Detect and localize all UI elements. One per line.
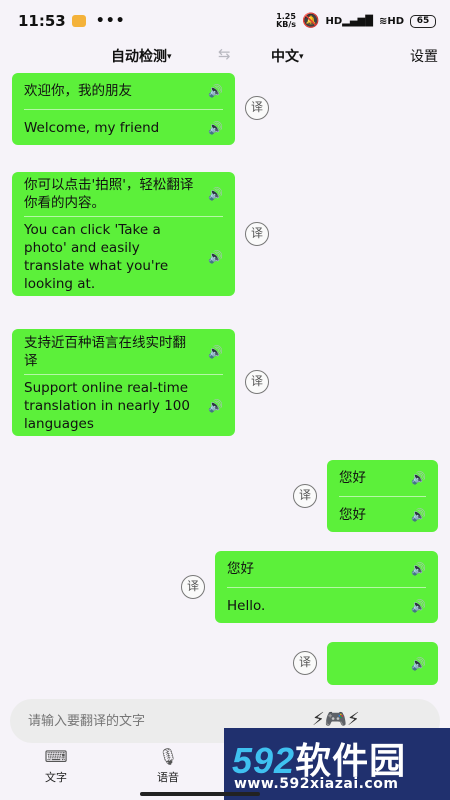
status-bar: 11:53 ••• 1.25 KB/s 🔕 HD▂▄▆█ ≋HD 65 [0,0,450,42]
speaker-icon[interactable]: 🔊 [205,248,223,266]
translate-badge-icon[interactable]: 译 [245,222,269,246]
translation-text-row: Welcome, my friend 🔊 [24,109,223,145]
translation-text-row: Support online real-time translation in … [24,374,223,436]
watermark-logo: 592软件园 www.592xiazai.com [224,728,450,800]
chat-list: 欢迎你，我的朋友 🔊 Welcome, my friend 🔊 译 你可以点击'… [0,70,450,695]
speaker-icon[interactable]: 🔊 [205,397,223,415]
speaker-icon[interactable]: 🔊 [205,119,223,137]
speaker-icon[interactable]: 🔊 [408,560,426,578]
swap-languages-icon[interactable]: ⇆ [218,45,231,63]
language-header: 自动检测▾ ⇆ 中文▾ 设置 [0,42,450,70]
translate-badge-icon[interactable]: 译 [293,651,317,675]
speaker-icon[interactable]: 🔊 [205,343,223,361]
tab-voice[interactable]: 🎙 语音 [143,747,193,785]
target-language-select[interactable]: 中文▾ [271,46,304,66]
message-bubble: 欢迎你，我的朋友 🔊 Welcome, my friend 🔊 [12,73,235,145]
translation-text-row: 您好 🔊 [339,496,426,532]
speaker-icon[interactable]: 🔊 [408,655,426,673]
message-bubble: 您好 🔊 Hello. 🔊 [215,551,438,623]
battery-icon: 65 [410,14,436,28]
chevron-down-icon: ▾ [299,52,304,62]
message-bubble: 支持近百种语言在线实时翻译 🔊 Support online real-time… [12,329,235,436]
gamepad-icon[interactable]: ⚡🎮⚡ [312,709,360,730]
tab-text[interactable]: ⌨ 文字 [31,747,81,785]
status-time: 11:53 [18,12,66,30]
source-language-select[interactable]: 自动检测▾ [111,46,172,66]
settings-button[interactable]: 设置 [410,46,438,66]
home-indicator[interactable] [140,792,260,796]
speaker-icon[interactable]: 🔊 [205,82,223,100]
translate-badge-icon[interactable]: 译 [181,575,205,599]
chevron-down-icon: ▾ [167,52,172,62]
original-text-row: 你可以点击'拍照'，轻松翻译你看的内容。 🔊 [24,177,223,211]
speaker-icon[interactable]: 🔊 [408,597,426,615]
message-bubble: 🔊 [327,642,438,685]
translate-badge-icon[interactable]: 译 [245,96,269,120]
original-text-row: 您好 🔊 [227,560,426,578]
notification-app-icon [71,15,86,27]
original-text-row: 支持近百种语言在线实时翻译 🔊 [24,334,223,369]
microphone-icon: 🎙 [157,747,179,766]
signal-icon: HD▂▄▆█ [325,15,373,27]
speaker-icon[interactable]: 🔊 [408,469,426,487]
original-text-row: 欢迎你，我的朋友 🔊 [24,82,223,100]
translation-text-row: Hello. 🔊 [227,587,426,623]
wifi-icon: ≋HD [378,15,404,27]
translate-badge-icon[interactable]: 译 [245,370,269,394]
speaker-icon[interactable]: 🔊 [205,185,223,203]
message-bubble: 您好 🔊 您好 🔊 [327,460,438,532]
mute-icon: 🔕 [302,13,320,29]
more-notifications-icon: ••• [95,13,126,29]
translate-badge-icon[interactable]: 译 [293,484,317,508]
keyboard-icon: ⌨ [44,747,68,766]
translation-text-row: You can click 'Take a photo' and easily … [24,216,223,296]
message-bubble: 你可以点击'拍照'，轻松翻译你看的内容。 🔊 You can click 'Ta… [12,172,235,296]
speaker-icon[interactable]: 🔊 [408,506,426,524]
original-text-row: 🔊 [339,642,426,685]
network-speed: 1.25 KB/s [276,12,297,29]
original-text-row: 您好 🔊 [339,469,426,487]
